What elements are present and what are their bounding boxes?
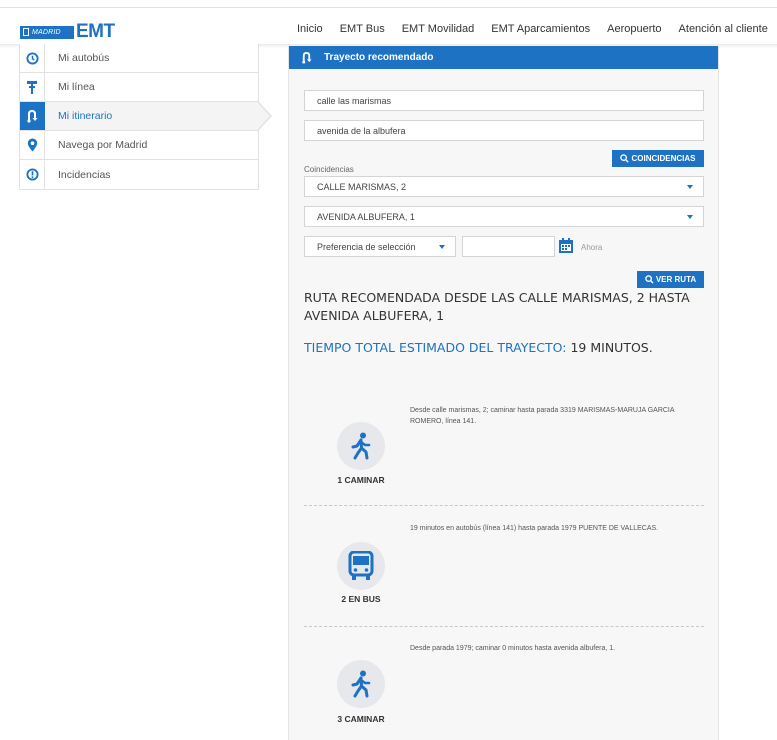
walk-icon (337, 660, 385, 708)
total-time-label: TIEMPO TOTAL ESTIMADO DEL TRAYECTO: (304, 340, 567, 355)
madrid-logo: MADRID (20, 25, 74, 39)
ver-ruta-button-label: VER RUTA (655, 275, 697, 284)
ver-ruta-button[interactable]: VER RUTA (637, 271, 704, 288)
total-time-value: 19 MINUTOS. (570, 340, 653, 355)
madrid-bear-icon (23, 28, 29, 36)
step-label: 3 CAMINAR (337, 714, 385, 724)
route-icon (20, 102, 45, 130)
madrid-logo-text: MADRID (32, 28, 61, 36)
active-indicator (257, 101, 272, 131)
origin-select[interactable]: CALLE MARISMAS, 2 (304, 176, 704, 197)
bus-icon (337, 542, 385, 590)
step-divider (304, 505, 704, 506)
sidebar-item-label: Mi itinerario (58, 110, 113, 122)
destination-select-value: AVENIDA ALBUFERA, 1 (317, 211, 415, 222)
route-panel: Trayecto recomendado calle las marismas … (288, 46, 719, 740)
sidebar-item-label: Navega por Madrid (58, 139, 148, 151)
sidebar-item-navega-madrid[interactable]: Navega por Madrid (20, 131, 258, 160)
origin-select-value: CALLE MARISMAS, 2 (317, 181, 407, 192)
sidebar-item-mi-linea[interactable]: Mi línea (20, 73, 258, 102)
site-header: MADRID EMT Inicio EMT Bus EMT Movilidad … (0, 8, 777, 48)
destination-input-value: avenida de la albufera (317, 125, 406, 136)
coincidencias-button[interactable]: COINCIDENCIAS (612, 150, 704, 167)
sidebar-item-mi-itinerario[interactable]: Mi itinerario (20, 101, 272, 131)
panel-title: Trayecto recomendado (324, 52, 434, 63)
route-heading: RUTA RECOMENDADA DESDE LAS CALLE MARISMA… (304, 290, 690, 323)
sidebar-item-label: Mi línea (58, 81, 95, 93)
nav-atencion-cliente[interactable]: Atención al cliente (679, 23, 768, 35)
ahora-label[interactable]: Ahora (581, 243, 602, 252)
search-icon (620, 154, 630, 163)
map-pin-icon (20, 131, 45, 159)
nav-emt-movilidad[interactable]: EMT Movilidad (402, 23, 475, 35)
step-label: 2 EN BUS (341, 594, 381, 604)
step-description: Desde parada 1979; caminar 0 minutos has… (410, 645, 616, 652)
panel-header: Trayecto recomendado (289, 46, 718, 69)
nav-inicio[interactable]: Inicio (297, 23, 323, 35)
step-description: 19 minutos en autobús (línea 141) hasta … (410, 525, 659, 532)
search-icon (645, 275, 654, 284)
sidebar-item-incidencias[interactable]: Incidencias (20, 160, 258, 189)
step-label: 1 CAMINAR (337, 475, 385, 485)
chevron-down-icon (687, 215, 693, 219)
origin-input-value: calle las marismas (317, 95, 392, 106)
emt-logo[interactable]: MADRID EMT (20, 21, 115, 43)
sidebar-item-mi-autobus[interactable]: Mi autobús (20, 44, 258, 73)
step-description: Desde calle marismas, 2; caminar hasta p… (410, 407, 675, 425)
bus-stop-icon (20, 73, 45, 101)
sidebar-item-label: Mi autobús (58, 52, 110, 64)
clock-icon (20, 44, 45, 72)
route-icon (301, 51, 312, 64)
sidebar-item-label: Incidencias (58, 168, 111, 181)
nav-aeropuerto[interactable]: Aeropuerto (607, 23, 661, 35)
walk-icon (337, 422, 385, 470)
step-divider (304, 626, 704, 627)
preference-select[interactable]: Preferencia de selección (304, 236, 456, 257)
sidebar: Mi autobús Mi línea Mi itinerario Navega… (19, 44, 272, 190)
nav-emt-bus[interactable]: EMT Bus (340, 23, 385, 35)
destination-select[interactable]: AVENIDA ALBUFERA, 1 (304, 206, 704, 227)
total-time: TIEMPO TOTAL ESTIMADO DEL TRAYECTO: 19 M… (304, 340, 653, 355)
calendar-icon[interactable] (558, 238, 574, 259)
destination-input[interactable]: avenida de la albufera (304, 120, 704, 141)
alert-icon (20, 160, 45, 189)
emt-logo-text: EMT (76, 21, 115, 42)
nav-emt-aparcamientos[interactable]: EMT Aparcamientos (491, 23, 590, 35)
chevron-down-icon (439, 245, 445, 249)
origin-input[interactable]: calle las marismas (304, 90, 704, 111)
preference-select-value: Preferencia de selección (317, 241, 416, 252)
top-nav: Inicio EMT Bus EMT Movilidad EMT Aparcam… (297, 23, 768, 35)
coincidencias-button-label: COINCIDENCIAS (631, 154, 696, 163)
coincidencias-label: Coincidencias (304, 165, 354, 174)
date-input[interactable] (462, 236, 555, 257)
chevron-down-icon (687, 185, 693, 189)
